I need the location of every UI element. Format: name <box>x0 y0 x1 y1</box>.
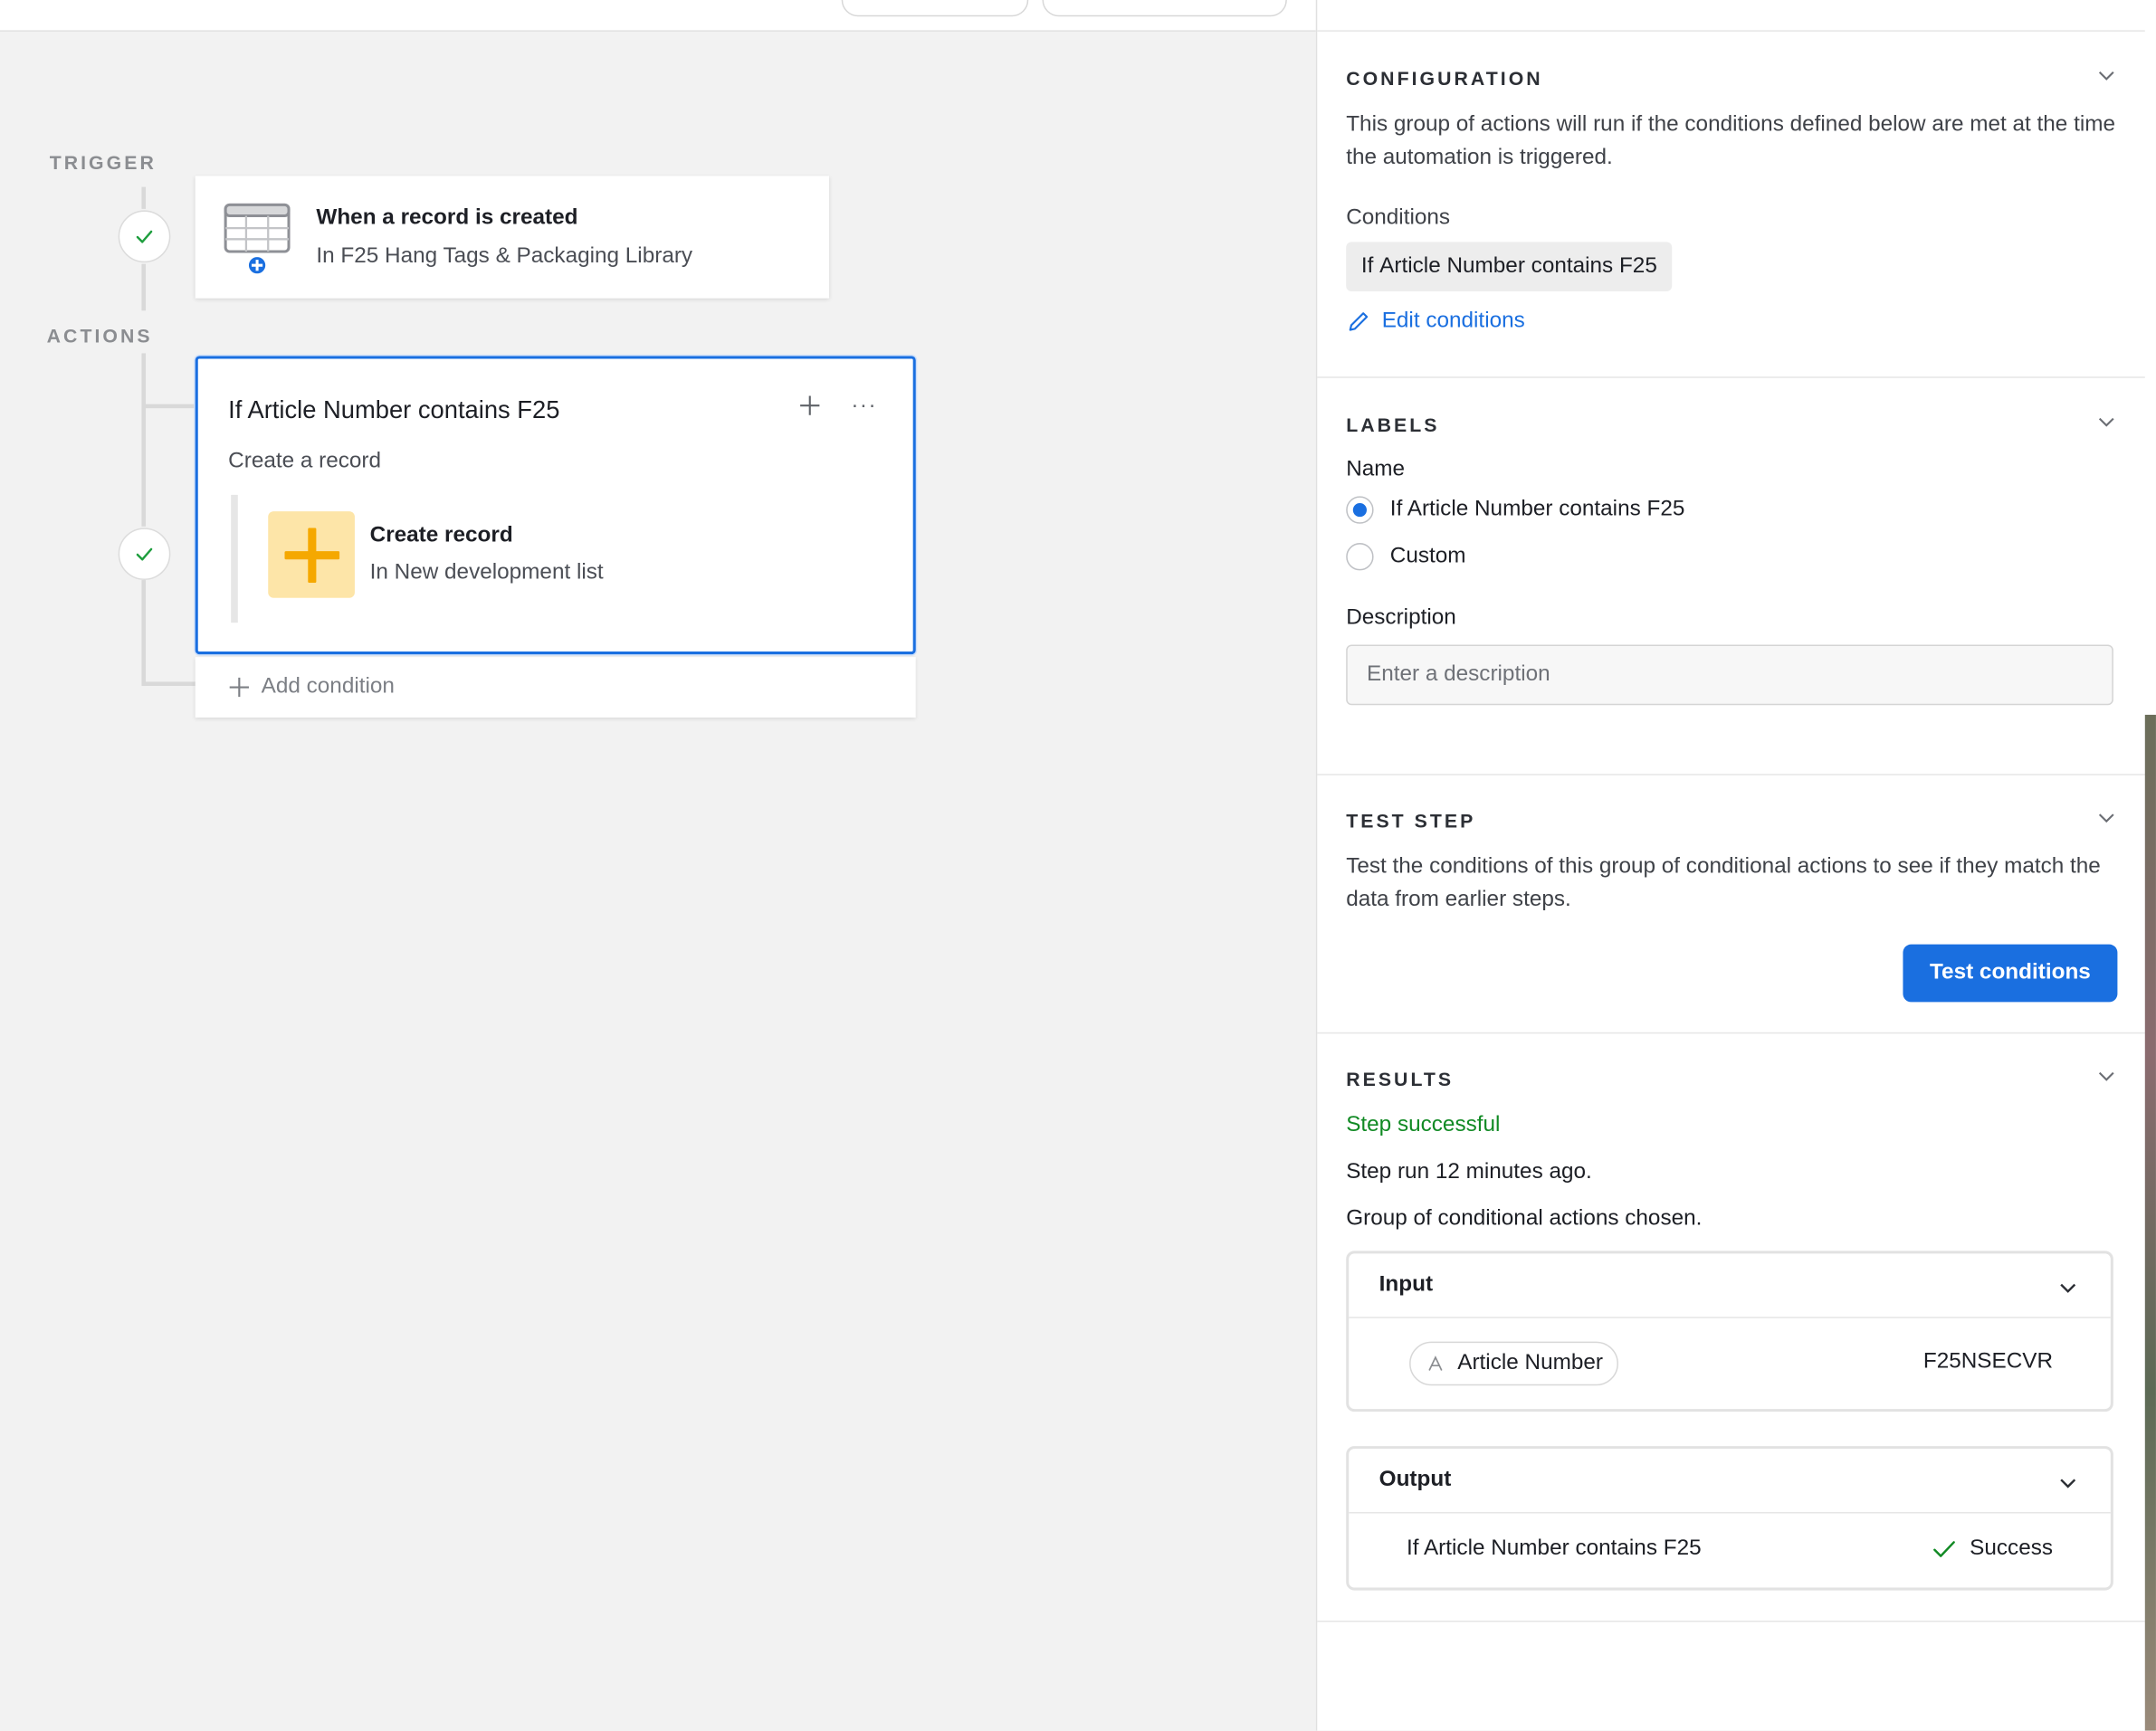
chevron-down-icon[interactable] <box>2097 808 2116 827</box>
conditional-group-subtitle: Create a record <box>228 449 382 473</box>
top-toolbar <box>0 0 1316 32</box>
plus-icon <box>228 676 250 705</box>
ellipsis-icon[interactable]: ··· <box>851 395 877 419</box>
connector-line <box>141 186 147 209</box>
field-pill-article-number: Article Number <box>1409 1341 1618 1386</box>
text-field-icon <box>1428 1355 1443 1371</box>
edit-conditions-link[interactable]: Edit conditions <box>1346 309 1525 334</box>
test-conditions-button[interactable]: Test conditions <box>1903 944 2118 1003</box>
chevron-down-icon[interactable] <box>2097 413 2116 432</box>
divider <box>1349 1317 2111 1318</box>
divider <box>1349 1512 2111 1514</box>
step-status: Step successful <box>1346 1113 1501 1137</box>
trigger-card[interactable]: When a record is created In F25 Hang Tag… <box>195 176 830 299</box>
labels-section: LABELS Name If Article Number contains F… <box>1317 378 2147 775</box>
step-details-panel: CONFIGURATION This group of actions will… <box>1315 0 2147 1731</box>
output-panel: Output If Article Number contains F25 Su… <box>1346 1446 2113 1591</box>
create-record-step-icon <box>268 511 355 598</box>
connector-line <box>141 404 197 409</box>
trigger-section-label: TRIGGER <box>49 151 157 174</box>
configuration-section: CONFIGURATION This group of actions will… <box>1317 32 2147 378</box>
nested-step-bar <box>231 494 238 623</box>
results-heading: RESULTS <box>1346 1068 1455 1090</box>
add-condition-button[interactable]: Add condition <box>195 657 916 718</box>
actions-section-label: ACTIONS <box>46 324 153 347</box>
test-step-heading: TEST STEP <box>1346 809 1476 832</box>
output-result: Success <box>1932 1536 2053 1561</box>
panel-header-partial <box>1317 0 2147 32</box>
pencil-icon <box>1349 312 1369 331</box>
create-record-subtitle: In New development list <box>369 560 604 585</box>
radio-selected[interactable] <box>1346 496 1374 524</box>
output-heading[interactable]: Output <box>1379 1468 1452 1492</box>
connector-line <box>141 353 147 527</box>
configuration-heading: CONFIGURATION <box>1346 67 1543 90</box>
labels-heading: LABELS <box>1346 414 1440 436</box>
name-option-default[interactable]: If Article Number contains F25 <box>1346 496 1684 524</box>
toolbar-button-partial[interactable] <box>841 0 1029 17</box>
condition-chip: If Article Number contains F25 <box>1346 242 1673 292</box>
test-step-description: Test the conditions of this group of con… <box>1346 854 2101 912</box>
radio-unselected[interactable] <box>1346 543 1374 571</box>
step-run-time: Step run 12 minutes ago. <box>1346 1160 1592 1184</box>
description-label: Description <box>1346 605 1456 630</box>
connector-line <box>141 580 147 687</box>
results-section: RESULTS Step successful Step run 12 minu… <box>1317 1033 2147 1622</box>
input-panel: Input Article Number F25NSECVR <box>1346 1251 2113 1412</box>
toolbar-button-partial[interactable] <box>1042 0 1287 17</box>
input-field-value: F25NSECVR <box>1922 1349 2054 1374</box>
conditional-group-card[interactable]: If Article Number contains F25 ··· Creat… <box>195 356 916 655</box>
connector-line <box>141 263 147 311</box>
action-status-check-icon <box>118 528 171 581</box>
add-condition-label: Add condition <box>261 674 395 699</box>
check-icon <box>1932 1541 1955 1557</box>
output-condition: If Article Number contains F25 <box>1407 1536 1702 1561</box>
background-window-edge <box>2144 0 2156 1731</box>
configuration-description: This group of actions will run if the co… <box>1346 112 2115 169</box>
plus-icon[interactable] <box>799 395 821 423</box>
create-record-title[interactable]: Create record <box>370 524 513 548</box>
trigger-subtitle: In F25 Hang Tags & Packaging Library <box>316 244 693 269</box>
connector-line <box>141 681 197 687</box>
group-chosen-text: Group of conditional actions chosen. <box>1346 1206 1703 1231</box>
table-add-icon <box>223 202 291 283</box>
chevron-down-icon[interactable] <box>2097 1067 2116 1086</box>
description-input[interactable] <box>1346 644 2113 706</box>
conditional-group-title: If Article Number contains F25 <box>228 395 560 423</box>
name-option-custom[interactable]: Custom <box>1346 543 1466 571</box>
name-label: Name <box>1346 457 1406 481</box>
input-heading[interactable]: Input <box>1379 1273 1433 1298</box>
trigger-status-check-icon <box>118 210 171 263</box>
chevron-down-icon[interactable] <box>2058 1473 2077 1492</box>
chevron-down-icon[interactable] <box>2058 1279 2077 1298</box>
chevron-down-icon[interactable] <box>2097 66 2116 85</box>
conditions-label: Conditions <box>1346 205 1451 230</box>
trigger-title: When a record is created <box>316 205 578 230</box>
